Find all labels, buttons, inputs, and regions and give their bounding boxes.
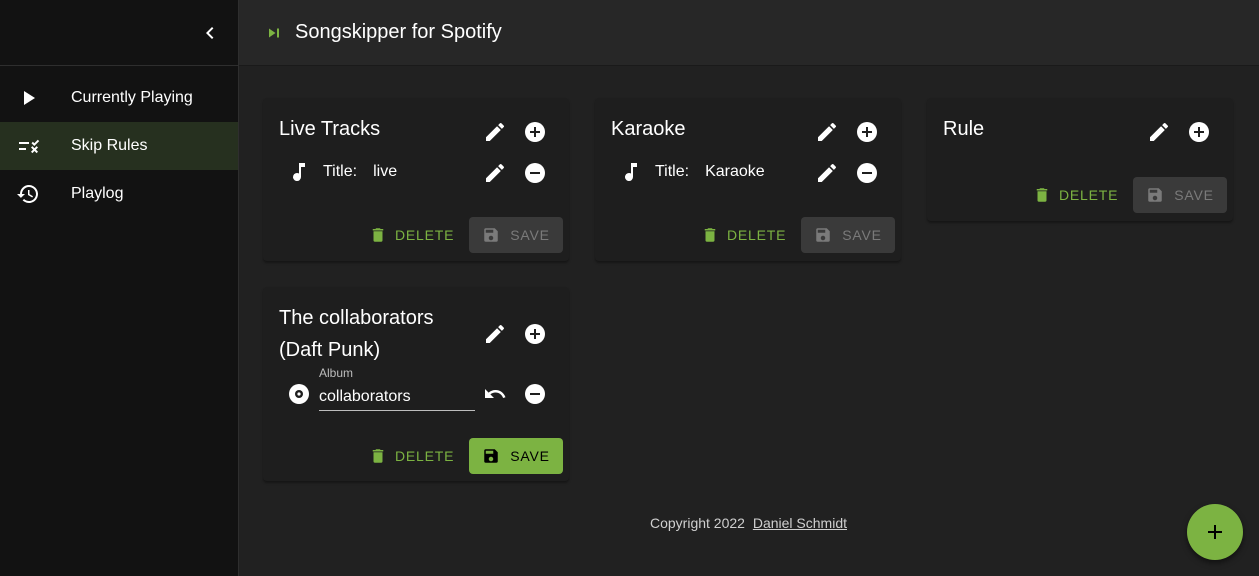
save-label: SAVE — [510, 227, 550, 243]
save-button[interactable]: SAVE — [1133, 177, 1227, 213]
condition-value: live — [373, 163, 398, 180]
rule-title-line2: (Daft Punk) — [279, 339, 381, 361]
save-label: SAVE — [1174, 187, 1214, 203]
delete-icon — [372, 228, 384, 242]
navigation-drawer: Currently Playing Skip Rules Playlog — [0, 0, 239, 576]
author-link[interactable]: Daniel Schmidt — [753, 515, 847, 531]
chevron-left-icon[interactable] — [198, 21, 222, 45]
footer: Copyright 2022 Daniel Schmidt — [650, 515, 847, 531]
history-icon — [16, 182, 40, 206]
edit-condition-icon[interactable] — [815, 161, 839, 185]
album-field[interactable] — [319, 384, 475, 411]
condition-label: Title: — [323, 163, 358, 180]
edit-condition-icon[interactable] — [483, 161, 507, 185]
rule-title: Live Tracks — [279, 118, 381, 140]
delete-icon — [1036, 188, 1048, 202]
album-icon — [287, 382, 311, 406]
save-button[interactable]: SAVE — [801, 217, 895, 253]
delete-button[interactable]: DELETE — [369, 217, 454, 253]
save-icon — [816, 228, 830, 242]
rule-card: Karaoke Title: Karaoke DELETE SAVE — [595, 98, 901, 261]
sidebar-item-skip-rules[interactable]: Skip Rules — [0, 122, 238, 170]
rule-card: Live Tracks Title: live DELETE SAVE — [263, 98, 569, 261]
add-condition-icon[interactable] — [1187, 120, 1211, 144]
edit-icon[interactable] — [1147, 120, 1171, 144]
delete-label: DELETE — [1059, 187, 1119, 203]
skip-next-icon — [263, 21, 287, 45]
rule-card: Rule DELETE SAVE — [927, 98, 1233, 221]
save-button[interactable]: SAVE — [469, 217, 563, 253]
remove-condition-icon[interactable] — [855, 161, 879, 185]
condition-value: Karaoke — [705, 163, 765, 180]
remove-condition-icon[interactable] — [523, 161, 547, 185]
add-condition-icon[interactable] — [523, 120, 547, 144]
add-condition-icon[interactable] — [523, 322, 547, 346]
delete-label: DELETE — [727, 227, 787, 243]
edit-icon[interactable] — [815, 120, 839, 144]
delete-icon — [372, 449, 384, 463]
delete-label: DELETE — [395, 448, 455, 464]
sidebar-item-playlog[interactable]: Playlog — [0, 170, 238, 218]
rule-title: Rule — [943, 118, 985, 140]
music-note-icon — [287, 160, 311, 184]
delete-label: DELETE — [395, 227, 455, 243]
add-condition-icon[interactable] — [855, 120, 879, 144]
sidebar-nav: Currently Playing Skip Rules Playlog — [0, 66, 238, 218]
delete-button[interactable]: DELETE — [369, 438, 454, 474]
rule-title-line1: The collaborators — [279, 307, 434, 329]
save-icon — [1148, 188, 1162, 202]
save-button[interactable]: SAVE — [469, 438, 563, 474]
sidebar-item-currently-playing[interactable]: Currently Playing — [0, 74, 238, 122]
edit-icon[interactable] — [483, 322, 507, 346]
condition-label: Title: — [655, 163, 690, 180]
condition-row: Title: Karaoke — [619, 160, 765, 184]
add-rule-button[interactable] — [1187, 504, 1243, 560]
sidebar-item-label: Currently Playing — [71, 89, 193, 106]
rule-title: Karaoke — [611, 118, 686, 140]
delete-button[interactable]: DELETE — [701, 217, 786, 253]
save-icon — [484, 449, 498, 463]
condition-row: Title: live — [287, 160, 397, 184]
remove-condition-icon[interactable] — [523, 382, 547, 406]
save-icon — [484, 228, 498, 242]
sidebar-item-label: Playlog — [71, 185, 124, 202]
sidebar-item-label: Skip Rules — [71, 137, 148, 154]
delete-button[interactable]: DELETE — [1033, 177, 1118, 213]
app-title: Songskipper for Spotify — [295, 21, 502, 43]
rule-card: The collaborators (Daft Punk) Album DELE… — [263, 287, 569, 481]
undo-icon[interactable] — [483, 382, 507, 406]
plus-icon — [1208, 525, 1222, 539]
play-icon — [16, 86, 40, 110]
save-label: SAVE — [842, 227, 882, 243]
copyright-text: Copyright 2022 — [650, 515, 745, 531]
music-note-icon — [619, 160, 643, 184]
edit-icon[interactable] — [483, 120, 507, 144]
delete-icon — [704, 228, 716, 242]
playlist-remove-icon — [16, 134, 40, 158]
save-label: SAVE — [510, 448, 550, 464]
app-bar: Songskipper for Spotify — [239, 0, 1259, 66]
drawer-header — [0, 0, 238, 66]
album-field-label: Album — [319, 366, 354, 380]
